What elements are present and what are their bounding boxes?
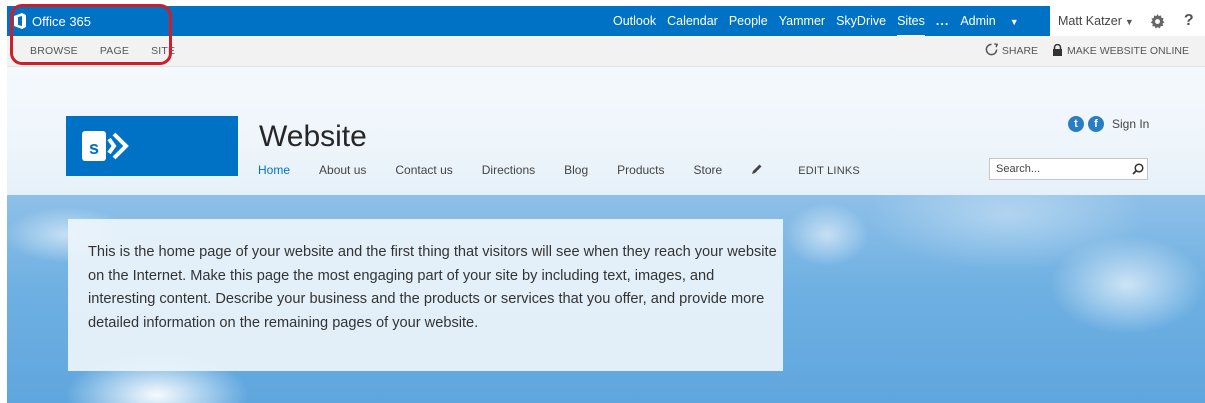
more-apps-button[interactable]: ... xyxy=(936,14,949,28)
ribbon-tabs: BROWSE PAGE SITE xyxy=(30,36,197,66)
nav-contact-us[interactable]: Contact us xyxy=(395,163,452,178)
nav-about-us[interactable]: About us xyxy=(319,163,366,178)
browser-page: Office 365 Outlook Calendar People Yamme… xyxy=(7,6,1205,403)
sky-background: This is the home page of your website an… xyxy=(7,195,1205,403)
site-title[interactable]: Website xyxy=(259,120,367,154)
search-icon[interactable] xyxy=(1128,159,1147,179)
lock-icon xyxy=(1052,43,1063,59)
make-website-online-button[interactable]: MAKE WEBSITE ONLINE xyxy=(1052,43,1189,59)
gear-icon[interactable] xyxy=(1150,13,1166,29)
nav-home[interactable]: Home xyxy=(258,163,290,178)
ribbon: BROWSE PAGE SITE SHARE MAKE WEBSITE ONLI… xyxy=(7,36,1205,67)
office-logo-icon xyxy=(13,13,27,29)
sign-in-link[interactable]: Sign In xyxy=(1112,117,1149,131)
nav-store[interactable]: Store xyxy=(694,163,723,178)
sharepoint-logo[interactable]: s xyxy=(66,116,238,176)
top-navigation: Home About us Contact us Directions Blog… xyxy=(258,163,918,178)
suite-nav: Outlook Calendar People Yammer SkyDrive … xyxy=(613,6,1041,37)
share-button[interactable]: SHARE xyxy=(985,43,1038,59)
nav-blog[interactable]: Blog xyxy=(564,163,588,178)
search-box xyxy=(989,158,1148,180)
suite-link-yammer[interactable]: Yammer xyxy=(779,14,825,28)
home-page-text: This is the home page of your website an… xyxy=(88,244,777,331)
user-panel: Matt Katzer ▼ ? xyxy=(1050,6,1205,36)
content-card: This is the home page of your website an… xyxy=(68,219,783,371)
help-button[interactable]: ? xyxy=(1184,12,1194,30)
suite-link-skydrive[interactable]: SkyDrive xyxy=(836,14,886,28)
ribbon-actions: SHARE MAKE WEBSITE ONLINE xyxy=(971,36,1189,66)
nav-directions[interactable]: Directions xyxy=(482,163,535,178)
suite-link-outlook[interactable]: Outlook xyxy=(613,14,656,28)
user-name: Matt Katzer xyxy=(1058,14,1122,28)
tab-page[interactable]: PAGE xyxy=(100,45,129,57)
twitter-icon[interactable]: t xyxy=(1068,116,1084,132)
caret-down-icon: ▼ xyxy=(1009,17,1019,27)
share-icon xyxy=(985,43,998,59)
admin-menu[interactable]: Admin ▼ xyxy=(960,14,1029,28)
caret-down-icon: ▼ xyxy=(1124,17,1134,27)
nav-products[interactable]: Products xyxy=(617,163,664,178)
office-brand-label: Office 365 xyxy=(32,13,92,29)
suite-bar: Office 365 Outlook Calendar People Yamme… xyxy=(7,6,1205,37)
suite-link-calendar[interactable]: Calendar xyxy=(667,14,718,28)
facebook-icon[interactable]: f xyxy=(1088,116,1104,132)
site-header: s Website Home About us Contact us Direc… xyxy=(7,67,1205,195)
edit-links-label: EDIT LINKS xyxy=(798,164,860,177)
user-menu[interactable]: Matt Katzer ▼ xyxy=(1058,14,1134,28)
tab-browse[interactable]: BROWSE xyxy=(30,45,78,57)
suite-link-sites[interactable]: Sites xyxy=(897,14,925,37)
share-label: SHARE xyxy=(1001,45,1039,57)
admin-label: Admin xyxy=(960,14,996,28)
edit-links-button[interactable]: EDIT LINKS xyxy=(751,163,889,178)
svg-text:s: s xyxy=(89,138,99,158)
pencil-icon xyxy=(751,163,763,178)
social-links: t f Sign In xyxy=(1068,116,1149,132)
make-website-online-label: MAKE WEBSITE ONLINE xyxy=(1067,45,1189,57)
office-brand[interactable]: Office 365 xyxy=(13,6,91,36)
search-input[interactable] xyxy=(994,162,1128,176)
suite-link-people[interactable]: People xyxy=(729,14,768,28)
tab-site[interactable]: SITE xyxy=(151,45,175,57)
